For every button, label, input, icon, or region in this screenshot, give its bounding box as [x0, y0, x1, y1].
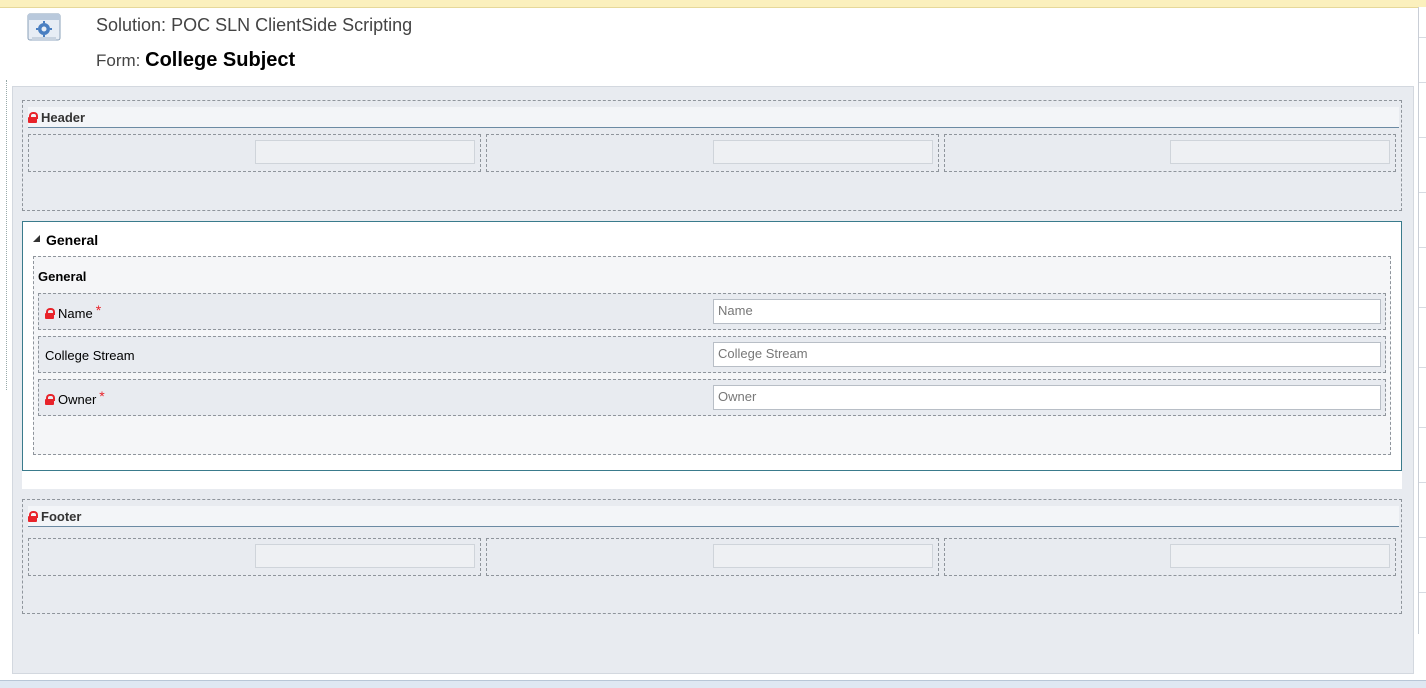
collapse-triangle-icon[interactable] — [33, 234, 40, 242]
tab-title[interactable]: General — [33, 232, 98, 248]
header-band-title: Header — [28, 107, 1399, 128]
field-label-name: Name * — [45, 302, 102, 321]
header-band-label: Header — [41, 109, 86, 125]
solution-label: Solution: — [96, 15, 167, 35]
header-cell-3[interactable] — [944, 134, 1396, 172]
footer-cell-placeholder — [713, 544, 933, 568]
footer-cell-1[interactable] — [28, 538, 481, 576]
lock-icon — [45, 393, 55, 405]
field-row-name[interactable]: Name * Name — [38, 293, 1386, 330]
name-input[interactable]: Name — [713, 299, 1381, 324]
header-band[interactable]: Header — [22, 100, 1402, 211]
left-ruler — [6, 80, 8, 390]
tab-title-label: General — [46, 232, 99, 248]
solution-title: Solution: POC SLN ClientSide Scripting — [96, 15, 412, 36]
footer-band-label: Footer — [41, 508, 82, 524]
header-cell-placeholder — [255, 140, 475, 164]
header-cell-1[interactable] — [28, 134, 481, 172]
footer-cell-3[interactable] — [944, 538, 1396, 576]
field-row-owner[interactable]: Owner * Owner — [38, 379, 1386, 416]
header-cell-placeholder — [713, 140, 933, 164]
required-marker: * — [99, 388, 105, 404]
header-cell-placeholder — [1170, 140, 1390, 164]
header-cell-2[interactable] — [486, 134, 939, 172]
footer-cell-placeholder — [1170, 544, 1390, 568]
field-label-owner: Owner * — [45, 388, 105, 407]
solution-name: POC SLN ClientSide Scripting — [171, 15, 413, 35]
right-panel-edge — [1418, 7, 1426, 634]
form-title: Form: College Subject — [96, 49, 295, 72]
lock-icon — [28, 111, 38, 123]
top-notification-strip — [0, 0, 1426, 8]
owner-input[interactable]: Owner — [713, 385, 1381, 410]
form-label: Form: — [96, 51, 141, 70]
general-tab[interactable]: General General Name * Name College Stre… — [22, 221, 1402, 471]
footer-band-title: Footer — [28, 506, 1399, 527]
field-label-text: Name — [58, 305, 93, 321]
field-label-college-stream: College Stream — [45, 348, 135, 363]
section-title: General — [38, 269, 87, 284]
lock-icon — [45, 307, 55, 319]
lock-icon — [28, 510, 38, 522]
footer-cell-placeholder — [255, 544, 475, 568]
college-stream-input[interactable]: College Stream — [713, 342, 1381, 367]
footer-band[interactable]: Footer — [22, 499, 1402, 614]
required-marker: * — [95, 302, 102, 318]
form-gear-icon — [27, 13, 61, 41]
form-name: College Subject — [145, 49, 296, 71]
field-label-text: College Stream — [45, 348, 135, 363]
footer-cell-2[interactable] — [486, 538, 939, 576]
tab-spacer — [22, 471, 1402, 489]
general-section[interactable]: General Name * Name College Stream Colle… — [33, 256, 1391, 455]
field-label-text: Owner — [58, 391, 97, 407]
field-row-college-stream[interactable]: College Stream College Stream — [38, 336, 1386, 373]
